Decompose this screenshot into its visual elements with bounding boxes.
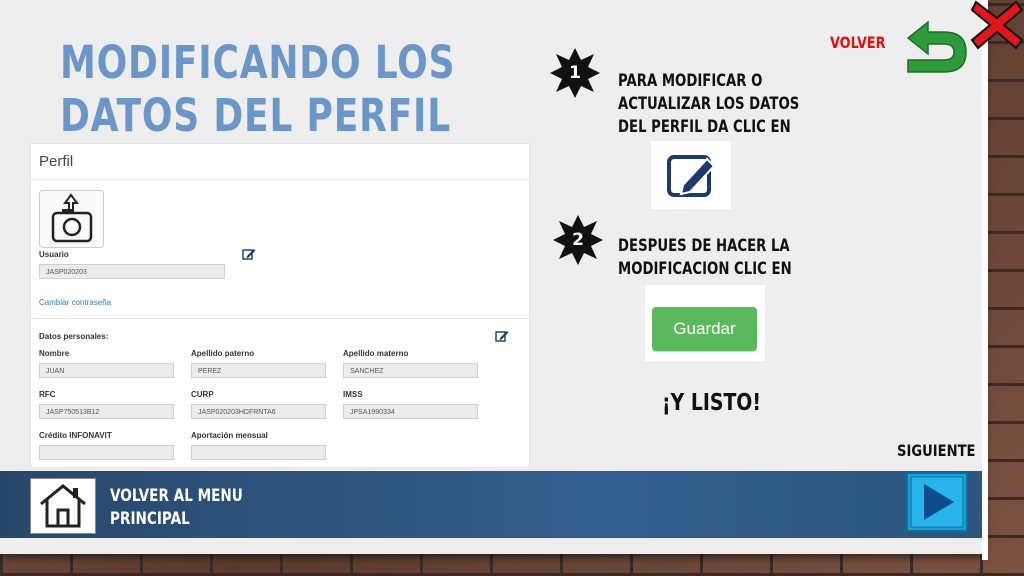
step2-text: DESPUES DE HACER LA MODIFICACION CLIC EN bbox=[618, 235, 805, 281]
divider bbox=[31, 179, 529, 180]
menu-principal-label[interactable]: VOLVER AL MENU PRINCIPAL bbox=[110, 485, 270, 531]
next-button[interactable] bbox=[906, 472, 968, 532]
step1-badge: 1 bbox=[548, 46, 602, 100]
imss-field[interactable]: JPSA1990334 bbox=[343, 404, 478, 419]
credito-infonavit-field[interactable] bbox=[39, 445, 174, 460]
aportacion-mensual-label: Aportación mensual bbox=[191, 431, 268, 440]
edit-user-icon[interactable] bbox=[242, 248, 256, 260]
house-icon bbox=[40, 484, 86, 528]
apellido-paterno-field[interactable]: PEREZ bbox=[191, 363, 326, 378]
guardar-button[interactable]: Guardar bbox=[652, 307, 757, 351]
rfc-label: RFC bbox=[39, 390, 56, 399]
usuario-label: Usuario bbox=[39, 250, 69, 259]
menu-line1: VOLVER AL MENU bbox=[110, 486, 243, 506]
close-x-icon[interactable] bbox=[970, 0, 1024, 50]
slide-title-line2: DATOS DEL PERFIL bbox=[60, 89, 451, 142]
slide-title: MODIFICANDO LOS DATOS DEL PERFIL bbox=[60, 36, 476, 142]
step1-number: 1 bbox=[569, 63, 581, 83]
nombre-field[interactable]: JUAN bbox=[39, 363, 174, 378]
profile-photo-button[interactable] bbox=[39, 190, 104, 248]
divider bbox=[31, 318, 529, 319]
imss-label: IMSS bbox=[343, 390, 363, 399]
step2-line2: MODIFICACION CLIC EN bbox=[618, 259, 792, 279]
apellido-paterno-label: Apellido paterno bbox=[191, 349, 255, 358]
apellido-materno-label: Apellido materno bbox=[343, 349, 409, 358]
listo-text: ¡Y LISTO! bbox=[662, 390, 761, 416]
pencil-square-icon bbox=[667, 155, 716, 197]
step1-line3: DEL PERFIL DA CLIC EN bbox=[618, 117, 791, 137]
edit-icon-example bbox=[651, 141, 731, 209]
step2-line1: DESPUES DE HACER LA bbox=[618, 236, 790, 256]
credito-infonavit-label: Crédito INFONAVIT bbox=[39, 431, 112, 440]
profile-panel: Perfil Usuario JASP020203 Cambiar contra… bbox=[30, 143, 530, 468]
guardar-example: Guardar bbox=[645, 285, 765, 361]
menu-line2: PRINCIPAL bbox=[110, 509, 190, 529]
curp-label: CURP bbox=[191, 390, 214, 399]
siguiente-label[interactable]: SIGUIENTE bbox=[897, 441, 975, 460]
step2-badge: 2 bbox=[551, 213, 605, 267]
camera-upload-icon bbox=[51, 193, 93, 243]
step2-number: 2 bbox=[572, 230, 584, 250]
slide-edge bbox=[982, 0, 988, 560]
step1-line2: ACTUALIZAR LOS DATOS bbox=[618, 94, 800, 114]
step1-line1: PARA MODIFICAR O bbox=[618, 71, 763, 91]
aportacion-mensual-field[interactable] bbox=[191, 445, 326, 460]
slide-title-line1: MODIFICANDO LOS bbox=[60, 36, 456, 89]
change-password-link[interactable]: Cambiar contraseña bbox=[39, 298, 111, 307]
edit-personal-data-icon[interactable] bbox=[495, 330, 509, 342]
apellido-materno-field[interactable]: SANCHEZ bbox=[343, 363, 478, 378]
back-arrow-icon[interactable] bbox=[904, 10, 970, 76]
nombre-label: Nombre bbox=[39, 349, 70, 358]
curp-field[interactable]: JASP020203HDFRNTA6 bbox=[191, 404, 326, 419]
rfc-field[interactable]: JASP750513B12 bbox=[39, 404, 174, 419]
profile-title: Perfil bbox=[39, 153, 74, 170]
step1-text: PARA MODIFICAR O ACTUALIZAR LOS DATOS DE… bbox=[618, 70, 805, 139]
personal-data-header: Datos personales: bbox=[39, 332, 109, 341]
volver-label[interactable]: VOLVER bbox=[830, 33, 885, 52]
home-button[interactable] bbox=[30, 478, 96, 534]
usuario-field[interactable]: JASP020203 bbox=[39, 264, 225, 279]
